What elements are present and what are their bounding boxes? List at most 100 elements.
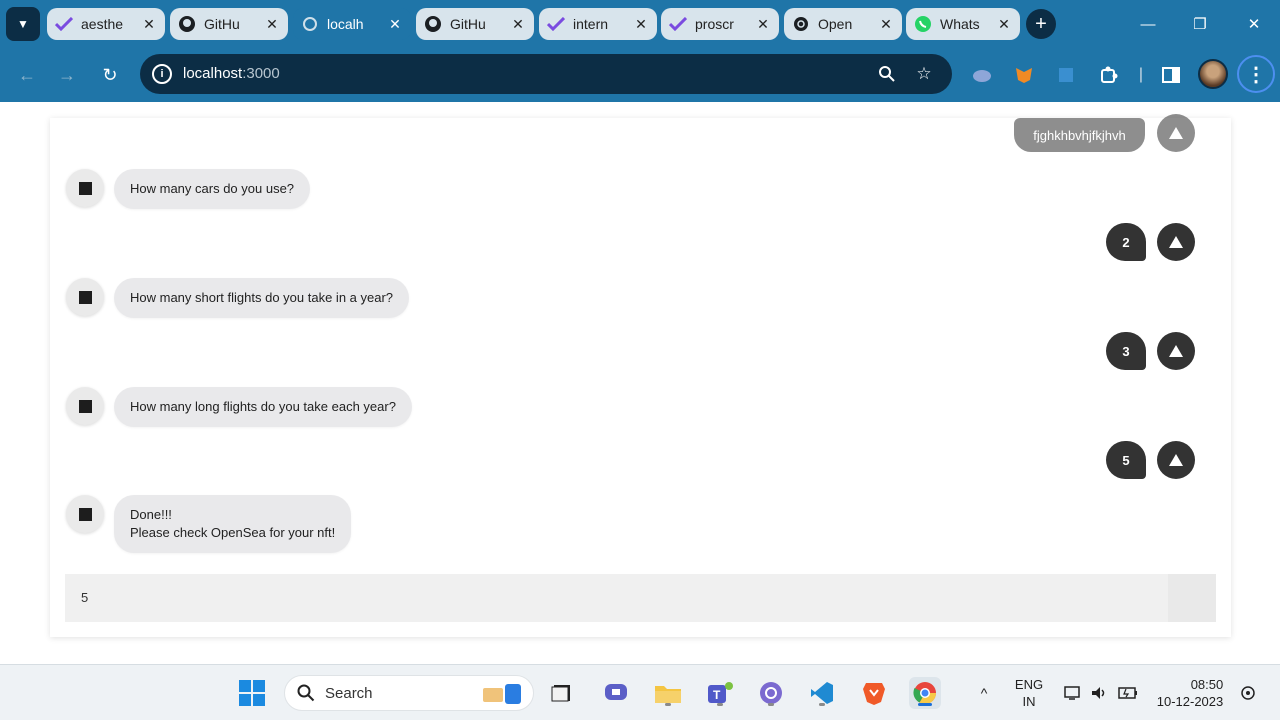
browser-toolbar: ← → ↻ i localhost:3000 ☆ | xyxy=(0,48,1280,102)
close-window-button[interactable]: ✕ xyxy=(1228,0,1280,48)
arrow-left-icon: ← xyxy=(18,64,36,85)
bot-avatar xyxy=(66,387,104,425)
zoom-icon[interactable] xyxy=(876,63,898,85)
clock-time: 08:50 xyxy=(1190,677,1224,692)
triangle-icon xyxy=(1169,345,1183,357)
page-viewport: fjghkhbvhjfkjhvh How many cars do you us… xyxy=(0,102,1280,664)
bot-message-bubble: How many short flights do you take in a … xyxy=(114,278,410,318)
user-message-text: fjghkhbvhjfkjhvh xyxy=(1033,127,1126,143)
github-icon xyxy=(424,15,442,33)
language-code: ENG xyxy=(1014,677,1044,692)
tab-title: Whats xyxy=(940,16,980,32)
browser-tab[interactable]: intern ✕ xyxy=(539,8,657,40)
svg-text:T: T xyxy=(713,688,721,702)
browser-tab-active[interactable]: localh ✕ xyxy=(293,8,411,40)
extensions-puzzle-icon[interactable] xyxy=(1095,61,1123,89)
more-vertical-icon: ⋮ xyxy=(1246,63,1266,86)
close-icon[interactable]: ✕ xyxy=(996,16,1012,33)
profile-avatar[interactable] xyxy=(1198,59,1228,89)
file-explorer-icon[interactable] xyxy=(652,677,684,709)
loading-globe-icon xyxy=(301,15,319,33)
purple-check-icon xyxy=(669,15,687,33)
browser-tab[interactable]: Whats ✕ xyxy=(906,8,1020,40)
square-icon xyxy=(78,399,92,413)
close-icon[interactable]: ✕ xyxy=(878,16,894,33)
bot-message-text: Done!!! xyxy=(130,507,172,522)
tab-title: Open xyxy=(818,16,853,32)
back-button[interactable]: ← xyxy=(12,60,42,90)
volume-icon[interactable] xyxy=(1088,665,1110,720)
reload-icon: ↻ xyxy=(102,64,118,85)
tab-search-button[interactable]: ▼ xyxy=(6,7,40,41)
bot-message-text: How many long flights do you take each y… xyxy=(130,399,396,414)
github-icon xyxy=(178,15,196,33)
brave-icon[interactable] xyxy=(858,677,890,709)
user-message-text: 3 xyxy=(1122,343,1130,359)
bot-avatar xyxy=(66,495,104,533)
language-indicator[interactable]: ENG IN xyxy=(1008,665,1050,720)
clock[interactable]: 08:50 10-12-2023 xyxy=(1150,665,1230,720)
minimize-button[interactable]: — xyxy=(1122,0,1174,48)
reload-button[interactable]: ↻ xyxy=(95,60,125,90)
running-indicator xyxy=(768,703,774,706)
meet-icon[interactable] xyxy=(600,677,632,709)
running-indicator xyxy=(819,703,825,706)
chat-card: fjghkhbvhjfkjhvh How many cars do you us… xyxy=(50,114,1231,637)
bot-avatar xyxy=(66,169,104,207)
chat-input[interactable]: 5 xyxy=(65,574,1216,622)
address-bar[interactable]: i localhost:3000 ☆ xyxy=(140,54,952,94)
close-icon[interactable]: ✕ xyxy=(510,16,526,33)
bookmark-star-icon[interactable]: ☆ xyxy=(913,63,935,85)
openai-icon xyxy=(792,15,810,33)
square-icon xyxy=(78,290,92,304)
browser-tab[interactable]: proscr ✕ xyxy=(661,8,779,40)
close-icon[interactable]: ✕ xyxy=(755,16,771,33)
taskbar-search[interactable]: Search xyxy=(284,675,534,711)
info-icon[interactable]: i xyxy=(152,64,172,84)
chrome-icon[interactable] xyxy=(909,677,941,709)
teams-icon[interactable]: T xyxy=(704,677,736,709)
battery-icon[interactable] xyxy=(1116,665,1140,720)
show-hidden-icons[interactable]: ^ xyxy=(970,665,998,720)
extension-square-icon[interactable] xyxy=(1052,61,1080,89)
vscode-icon[interactable] xyxy=(806,677,838,709)
user-avatar xyxy=(1157,114,1195,152)
close-icon[interactable]: ✕ xyxy=(141,16,157,33)
metamask-icon[interactable] xyxy=(1010,61,1038,89)
user-avatar xyxy=(1157,441,1195,479)
side-panel-icon[interactable] xyxy=(1157,61,1185,89)
new-tab-button[interactable]: + xyxy=(1026,9,1056,39)
address-url: localhost:3000 xyxy=(183,65,280,82)
task-view-icon[interactable] xyxy=(546,677,578,709)
triangle-icon xyxy=(1169,454,1183,466)
square-icon xyxy=(78,181,92,195)
forward-button[interactable]: → xyxy=(52,60,82,90)
extension-cloud-icon[interactable] xyxy=(968,61,996,89)
browser-app-icon[interactable] xyxy=(755,677,787,709)
tab-title: aesthe xyxy=(81,16,124,32)
browser-tab[interactable]: GitHu ✕ xyxy=(170,8,288,40)
user-avatar xyxy=(1157,223,1195,261)
chevron-up-icon: ^ xyxy=(980,684,988,701)
windows-start-icon[interactable] xyxy=(236,677,268,709)
send-button[interactable] xyxy=(1168,574,1216,622)
close-icon[interactable]: ✕ xyxy=(633,16,649,33)
user-message-text: 5 xyxy=(1122,452,1130,468)
restore-icon: ❐ xyxy=(1193,16,1207,33)
chat-input-value: 5 xyxy=(81,590,89,605)
browser-menu-button[interactable]: ⋮ xyxy=(1237,55,1275,93)
close-icon[interactable]: ✕ xyxy=(387,16,403,33)
notifications-icon[interactable] xyxy=(1236,665,1260,720)
tab-strip: ▼ aesthe ✕ GitHu ✕ localh ✕ GitHu ✕ inte… xyxy=(0,0,1280,48)
restore-button[interactable]: ❐ xyxy=(1174,0,1226,48)
browser-tab[interactable]: GitHu ✕ xyxy=(416,8,534,40)
square-icon xyxy=(78,507,92,521)
bot-avatar xyxy=(66,278,104,316)
triangle-icon xyxy=(1169,127,1183,139)
browser-tab[interactable]: aesthe ✕ xyxy=(47,8,165,40)
browser-tab[interactable]: Open ✕ xyxy=(784,8,902,40)
tab-title: intern xyxy=(573,16,609,32)
user-message-bubble: 3 xyxy=(1106,332,1146,370)
close-icon[interactable]: ✕ xyxy=(264,16,280,33)
network-icon[interactable] xyxy=(1060,665,1084,720)
